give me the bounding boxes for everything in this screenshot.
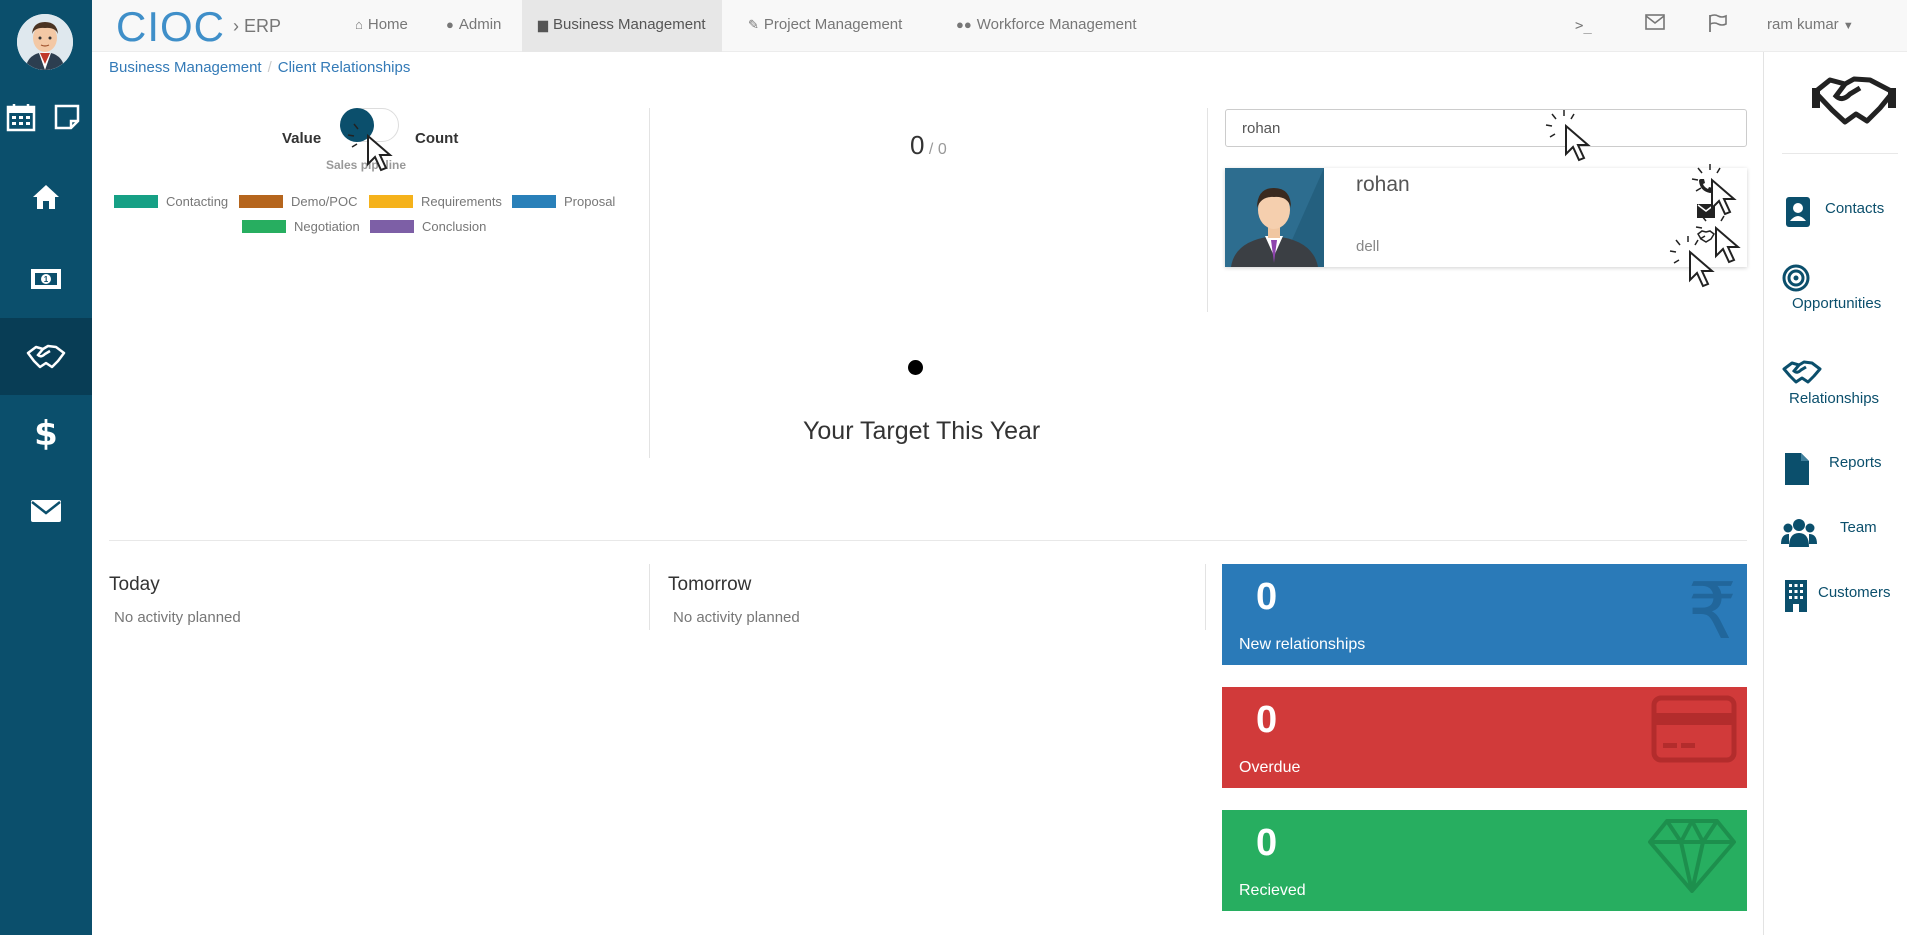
- home-icon: [33, 184, 59, 209]
- count-toggle-label: Count: [415, 130, 459, 147]
- envelope-icon[interactable]: [1695, 201, 1717, 221]
- breadcrumb-parent[interactable]: Business Management: [109, 59, 262, 76]
- top-navbar: CIOC › ERP ⌂ Home ● Admin ▆ Business Manage…: [92, 0, 1907, 52]
- target-icon: [1782, 264, 1810, 292]
- legend-item-conclusion[interactable]: Conclusion: [370, 219, 486, 234]
- sidebar-item-mail[interactable]: [0, 472, 92, 549]
- credit-card-icon: [1651, 695, 1737, 763]
- user-icon: ●: [446, 17, 454, 32]
- legend-item-negotiation[interactable]: Negotiation: [242, 219, 360, 234]
- handshake-icon: [1782, 360, 1822, 384]
- document-icon: [1785, 453, 1809, 485]
- nav-home[interactable]: ⌂ Home: [339, 0, 424, 52]
- envelope-icon: [31, 499, 61, 522]
- breadcrumb-current[interactable]: Client Relationships: [278, 59, 411, 76]
- left-sidebar: 1 $: [0, 0, 92, 935]
- column-divider: [649, 564, 650, 630]
- legend-item-demo-poc[interactable]: Demo/POC: [239, 194, 357, 209]
- today-title: Today: [109, 574, 160, 595]
- tomorrow-title: Tomorrow: [668, 574, 752, 595]
- chevron-down-icon: ▼: [1842, 20, 1854, 32]
- brand-subtitle: › ERP: [233, 16, 282, 36]
- sidebar-item-money[interactable]: 1: [0, 240, 92, 317]
- contact-card[interactable]: rohan dell: [1225, 168, 1747, 267]
- stat-received[interactable]: 0 Recieved: [1222, 810, 1747, 911]
- column-divider: [649, 108, 650, 458]
- building-icon: [1785, 580, 1807, 612]
- legend-item-proposal[interactable]: Proposal: [512, 194, 615, 209]
- user-avatar[interactable]: [17, 14, 73, 70]
- brand-logo[interactable]: CIOC: [116, 3, 225, 51]
- target-count: 0 / 0: [910, 130, 947, 160]
- handshake-icon: [1812, 76, 1896, 125]
- legend-item-contacting[interactable]: Contacting: [114, 194, 228, 209]
- column-divider: [1205, 564, 1206, 630]
- section-divider: [109, 540, 1747, 541]
- nav-project-management[interactable]: ✎ Project Management: [732, 0, 918, 52]
- value-count-toggle[interactable]: [340, 108, 399, 142]
- dollar-icon: $: [34, 413, 58, 454]
- diamond-icon: [1648, 819, 1736, 893]
- rupee-icon: ₹: [1687, 567, 1737, 657]
- money-icon: 1: [31, 268, 61, 289]
- handshake-icon: [26, 344, 66, 368]
- column-divider: [1207, 108, 1208, 312]
- target-gauge-dot: [908, 360, 923, 375]
- users-icon: ●●: [956, 17, 972, 32]
- calendar-icon[interactable]: [4, 100, 38, 134]
- today-empty-text: No activity planned: [114, 609, 241, 626]
- tomorrow-empty-text: No activity planned: [673, 609, 800, 626]
- contact-card-icon: [1786, 197, 1810, 227]
- value-toggle-label: Value: [282, 130, 322, 147]
- contact-company: dell: [1356, 238, 1380, 255]
- sidebar-item-home[interactable]: [0, 158, 92, 235]
- target-title: Your Target This Year: [803, 417, 1041, 445]
- sticky-note-icon[interactable]: [52, 102, 82, 132]
- svg-text:1: 1: [44, 275, 49, 284]
- pipeline-caption: Sales pipeline: [326, 158, 407, 172]
- sidebar-item-relationships[interactable]: [0, 318, 92, 395]
- contact-name[interactable]: rohan: [1356, 173, 1410, 197]
- breadcrumb: Business Management / Client Relationships: [109, 59, 411, 76]
- toggle-knob: [340, 108, 374, 142]
- wrench-icon: ✎: [748, 17, 759, 32]
- terminal-icon[interactable]: >_: [1575, 18, 1592, 34]
- nav-workforce-management[interactable]: ●● Workforce Management: [940, 0, 1153, 52]
- stat-overdue[interactable]: 0 Overdue: [1222, 687, 1747, 788]
- phone-icon[interactable]: [1695, 176, 1717, 196]
- team-icon: [1781, 519, 1817, 547]
- contact-avatar: [1225, 168, 1324, 267]
- stat-new-relationships[interactable]: 0 New relationships ₹: [1222, 564, 1747, 665]
- chart-icon: ▆: [538, 17, 548, 32]
- sidebar-item-finance[interactable]: $: [0, 395, 92, 472]
- legend-item-requirements[interactable]: Requirements: [369, 194, 502, 209]
- user-menu[interactable]: ram kumar ▼: [1767, 16, 1854, 33]
- mail-icon[interactable]: [1645, 14, 1665, 35]
- home-icon: ⌂: [355, 17, 363, 32]
- nav-business-management[interactable]: ▆ Business Management: [522, 0, 722, 52]
- nav-admin[interactable]: ● Admin: [430, 0, 517, 52]
- handshake-icon[interactable]: [1695, 226, 1717, 246]
- flag-icon[interactable]: [1708, 14, 1728, 37]
- right-sidebar: Contacts Opportunities Relationships Rep…: [1763, 52, 1907, 935]
- search-input[interactable]: [1225, 109, 1747, 147]
